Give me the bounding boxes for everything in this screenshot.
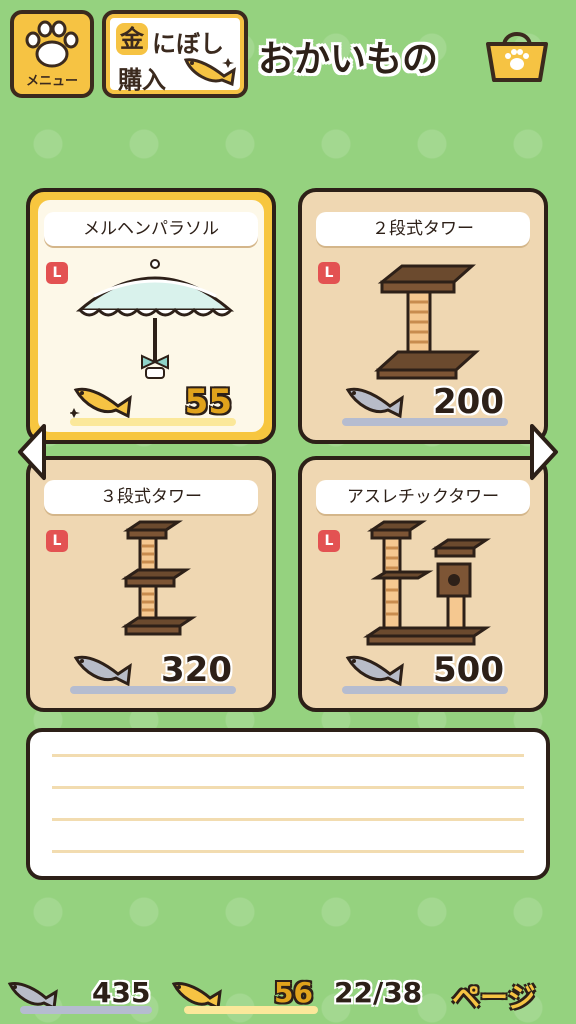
parasol-icon [75,259,235,379]
item-card-two-tier-tower[interactable]: ２段式タワー L 200 [298,188,548,444]
cat-tower-icon [374,264,480,380]
shop-grid: メルヘンパラソル L 55 ２段式タワー L 200 ３段式タワー L 320 … [0,180,576,720]
ruled-line [52,818,524,821]
next-page-arrow-icon[interactable] [528,422,562,482]
item-name: ２段式タワー [316,212,530,246]
niboshi-fish-icon [345,655,404,687]
item-description-box [26,728,550,880]
size-badge-icon: L [46,530,68,552]
size-badge-icon: L [46,262,68,284]
paw-icon [25,20,79,67]
buy-gold-niboshi-button[interactable]: 金 にぼし 購入 [102,10,248,98]
ruled-line [52,754,524,757]
page-label: ページ [452,981,536,1014]
gold-fish-icon [183,58,236,87]
gold-button-line2: 購入 [118,66,166,94]
item-card-athletic-tower[interactable]: アスレチックタワー L 500 [298,456,548,712]
gold-kanji-badge: 金 [116,23,148,55]
menu-button[interactable]: メニュー [10,10,94,98]
previous-page-arrow-icon[interactable] [14,422,48,482]
item-name: アスレチックタワー [316,480,530,514]
ruled-line [52,850,524,853]
item-price: 320 [161,650,232,690]
size-badge-icon: L [318,530,340,552]
ruled-line [52,786,524,789]
gold-niboshi-count: 56 [274,976,313,1009]
niboshi-fish-icon [73,655,132,687]
page-indicator: 22/38 [334,976,423,1009]
size-badge-icon: L [318,262,340,284]
item-price: 55 [184,382,232,422]
page-title: おかいもの [258,39,439,80]
item-price: 500 [433,650,504,690]
item-card-three-tier-tower[interactable]: ３段式タワー L 320 [26,456,276,712]
shopping-bag-icon [486,32,548,82]
item-card-fairy-parasol[interactable]: メルヘンパラソル L 55 [26,188,276,444]
niboshi-fish-icon [345,387,404,419]
gold-fish-icon [70,387,132,419]
cat-tower-icon [363,520,491,646]
menu-label: メニュー [25,73,78,89]
item-name: ３段式タワー [44,480,258,514]
item-price: 200 [433,382,504,422]
item-name: メルヘンパラソル [44,212,258,246]
cat-tower-icon [121,520,197,636]
footer-status: 435 56 22/38 ページ [0,966,576,1024]
niboshi-count: 435 [92,976,151,1009]
